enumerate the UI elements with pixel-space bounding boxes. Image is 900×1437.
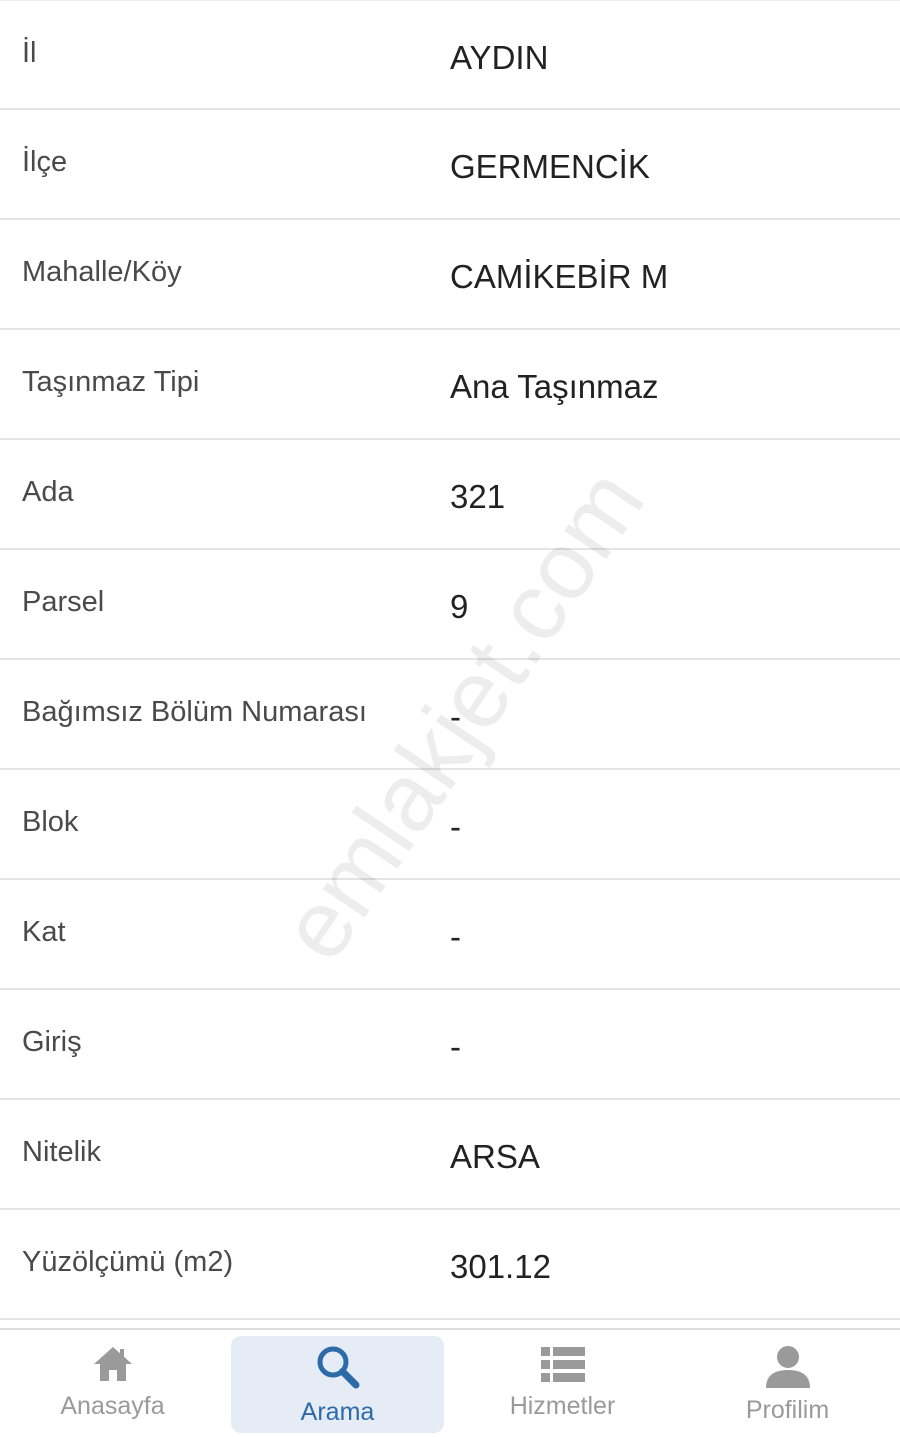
- row-label: Ada: [22, 476, 74, 508]
- row-value: CAMİKEBİR M: [450, 258, 669, 295]
- row-label: Bağımsız Bölüm Numarası: [22, 696, 367, 728]
- detail-row-kat: Kat -: [0, 880, 900, 990]
- tab-arama[interactable]: Arama: [225, 1330, 450, 1437]
- tab-hizmetler[interactable]: Hizmetler: [450, 1330, 675, 1437]
- detail-row-ada: Ada 321: [0, 440, 900, 550]
- detail-row-nitelik: Nitelik ARSA: [0, 1100, 900, 1210]
- row-value: AYDIN: [450, 39, 549, 76]
- row-value: Ana Taşınmaz: [450, 368, 659, 405]
- detail-list: İl AYDIN İlçe GERMENCİK Mahalle/Köy CAMİ…: [0, 0, 900, 1320]
- row-label: Kat: [22, 916, 66, 948]
- row-label: Taşınmaz Tipi: [22, 366, 200, 398]
- row-value: 321: [450, 478, 506, 515]
- tab-label: Profilim: [745, 1396, 830, 1424]
- detail-row-parsel: Parsel 9: [0, 550, 900, 660]
- row-label: İlçe: [22, 146, 68, 178]
- search-icon: [317, 1346, 359, 1389]
- row-label: Nitelik: [22, 1136, 101, 1168]
- row-value: -: [450, 1028, 461, 1065]
- detail-row-yuzolcumu: Yüzölçümü (m2) 301.12: [0, 1210, 900, 1320]
- tab-label: Arama: [300, 1398, 375, 1426]
- person-icon: [765, 1346, 810, 1388]
- bottom-tab-bar: Anasayfa Arama Hizmetler Profilim: [0, 1328, 900, 1437]
- row-value: -: [450, 698, 461, 735]
- detail-row-bagimsiz-bolum: Bağımsız Bölüm Numarası -: [0, 660, 900, 770]
- detail-row-mahalle: Mahalle/Köy CAMİKEBİR M: [0, 220, 900, 330]
- detail-row-ilce: İlçe GERMENCİK: [0, 110, 900, 220]
- row-label: Mahalle/Köy: [22, 256, 182, 288]
- detail-row-il: İl AYDIN: [0, 0, 900, 110]
- detail-row-tasinmaz-tipi: Taşınmaz Tipi Ana Taşınmaz: [0, 330, 900, 440]
- row-value: -: [450, 808, 461, 845]
- row-label: Parsel: [22, 586, 105, 618]
- home-icon: [93, 1347, 132, 1381]
- tab-profilim[interactable]: Profilim: [675, 1330, 900, 1437]
- detail-row-blok: Blok -: [0, 770, 900, 880]
- row-value: GERMENCİK: [450, 148, 650, 185]
- row-value: 301.12: [450, 1248, 551, 1285]
- row-value: -: [450, 918, 461, 955]
- row-label: İl: [22, 37, 37, 69]
- row-value: 9: [450, 588, 469, 625]
- row-value: ARSA: [450, 1138, 540, 1175]
- row-label: Blok: [22, 806, 79, 838]
- list-icon: [540, 1347, 585, 1382]
- row-label: Yüzölçümü (m2): [22, 1246, 234, 1278]
- tab-anasayfa[interactable]: Anasayfa: [0, 1330, 225, 1437]
- row-label: Giriş: [22, 1026, 82, 1058]
- tab-label: Hizmetler: [509, 1392, 616, 1420]
- tab-label: Anasayfa: [60, 1392, 165, 1420]
- detail-row-giris: Giriş -: [0, 990, 900, 1100]
